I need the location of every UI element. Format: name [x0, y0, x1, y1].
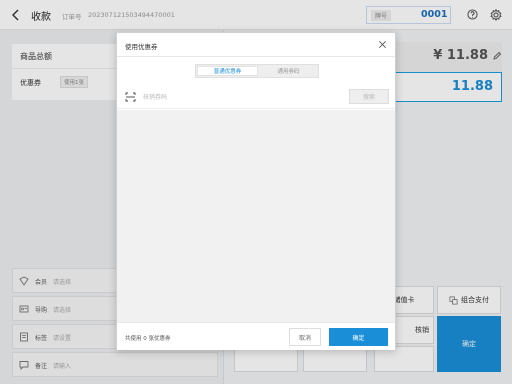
ok-button[interactable]: 确定 — [329, 328, 388, 346]
coupon-tabs: 普通优惠券 通用券码 — [195, 64, 319, 78]
coupon-count: 共使用 0 张优惠券 — [125, 336, 171, 342]
search-row: 搜索 — [117, 85, 395, 109]
close-icon[interactable] — [378, 40, 387, 49]
tab-general-code[interactable]: 通用券码 — [259, 65, 318, 77]
tab-regular-coupon[interactable]: 普通优惠券 — [197, 66, 258, 76]
cancel-button[interactable]: 取消 — [289, 328, 321, 346]
coupon-list — [117, 110, 395, 322]
coupon-dialog: 使用优惠券 普通优惠券 通用券码 搜索 共使用 0 张优惠券 取消 确定 — [116, 32, 396, 350]
scan-icon[interactable] — [125, 92, 136, 102]
dialog-footer: 共使用 0 张优惠券 取消 确定 — [117, 322, 395, 350]
coupon-code-input[interactable] — [143, 90, 343, 104]
search-button[interactable]: 搜索 — [349, 89, 389, 104]
dialog-title: 使用优惠券 — [125, 43, 158, 51]
dialog-header: 使用优惠券 — [117, 33, 395, 57]
